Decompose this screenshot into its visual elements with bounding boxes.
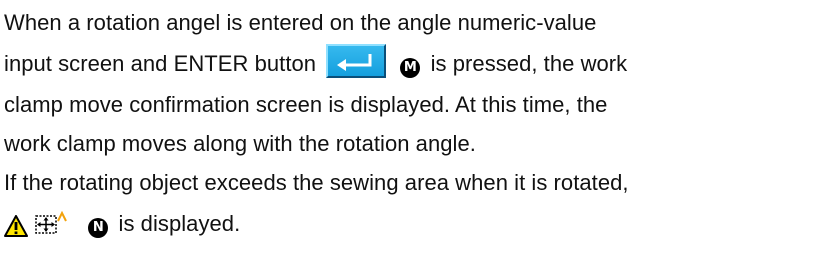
sewing-area-exceeded-icon — [35, 210, 68, 234]
enter-return-arrow-icon — [337, 54, 372, 72]
text-line-2-end: is pressed, the work — [430, 51, 628, 76]
text-line-2-start: input screen and ENTER button — [4, 51, 317, 76]
enter-button[interactable] — [326, 44, 387, 79]
text-line-5-content: If the rotating object exceeds the sewin… — [4, 170, 629, 195]
text-line-5: If the rotating object exceeds the sewin… — [4, 170, 629, 196]
text-line-6: N is displayed. — [4, 210, 241, 243]
text-line-4-content: work clamp moves along with the rotation… — [4, 131, 476, 156]
marker-n-badge: N — [88, 218, 109, 238]
text-line-2: input screen and ENTER button M is press… — [4, 44, 628, 79]
text-line-3-content: clamp move confirmation screen is displa… — [4, 92, 608, 117]
text-line-6-end: is displayed. — [118, 211, 241, 236]
text-line-3: clamp move confirmation screen is displa… — [4, 92, 607, 118]
marker-m-badge: M — [400, 58, 421, 78]
warning-icon-group — [4, 210, 68, 243]
warning-triangle-icon — [4, 215, 28, 237]
text-line-4: work clamp moves along with the rotation… — [4, 131, 476, 157]
text-line-1-content: When a rotation angel is entered on the … — [4, 10, 597, 35]
text-line-1: When a rotation angel is entered on the … — [4, 10, 596, 36]
